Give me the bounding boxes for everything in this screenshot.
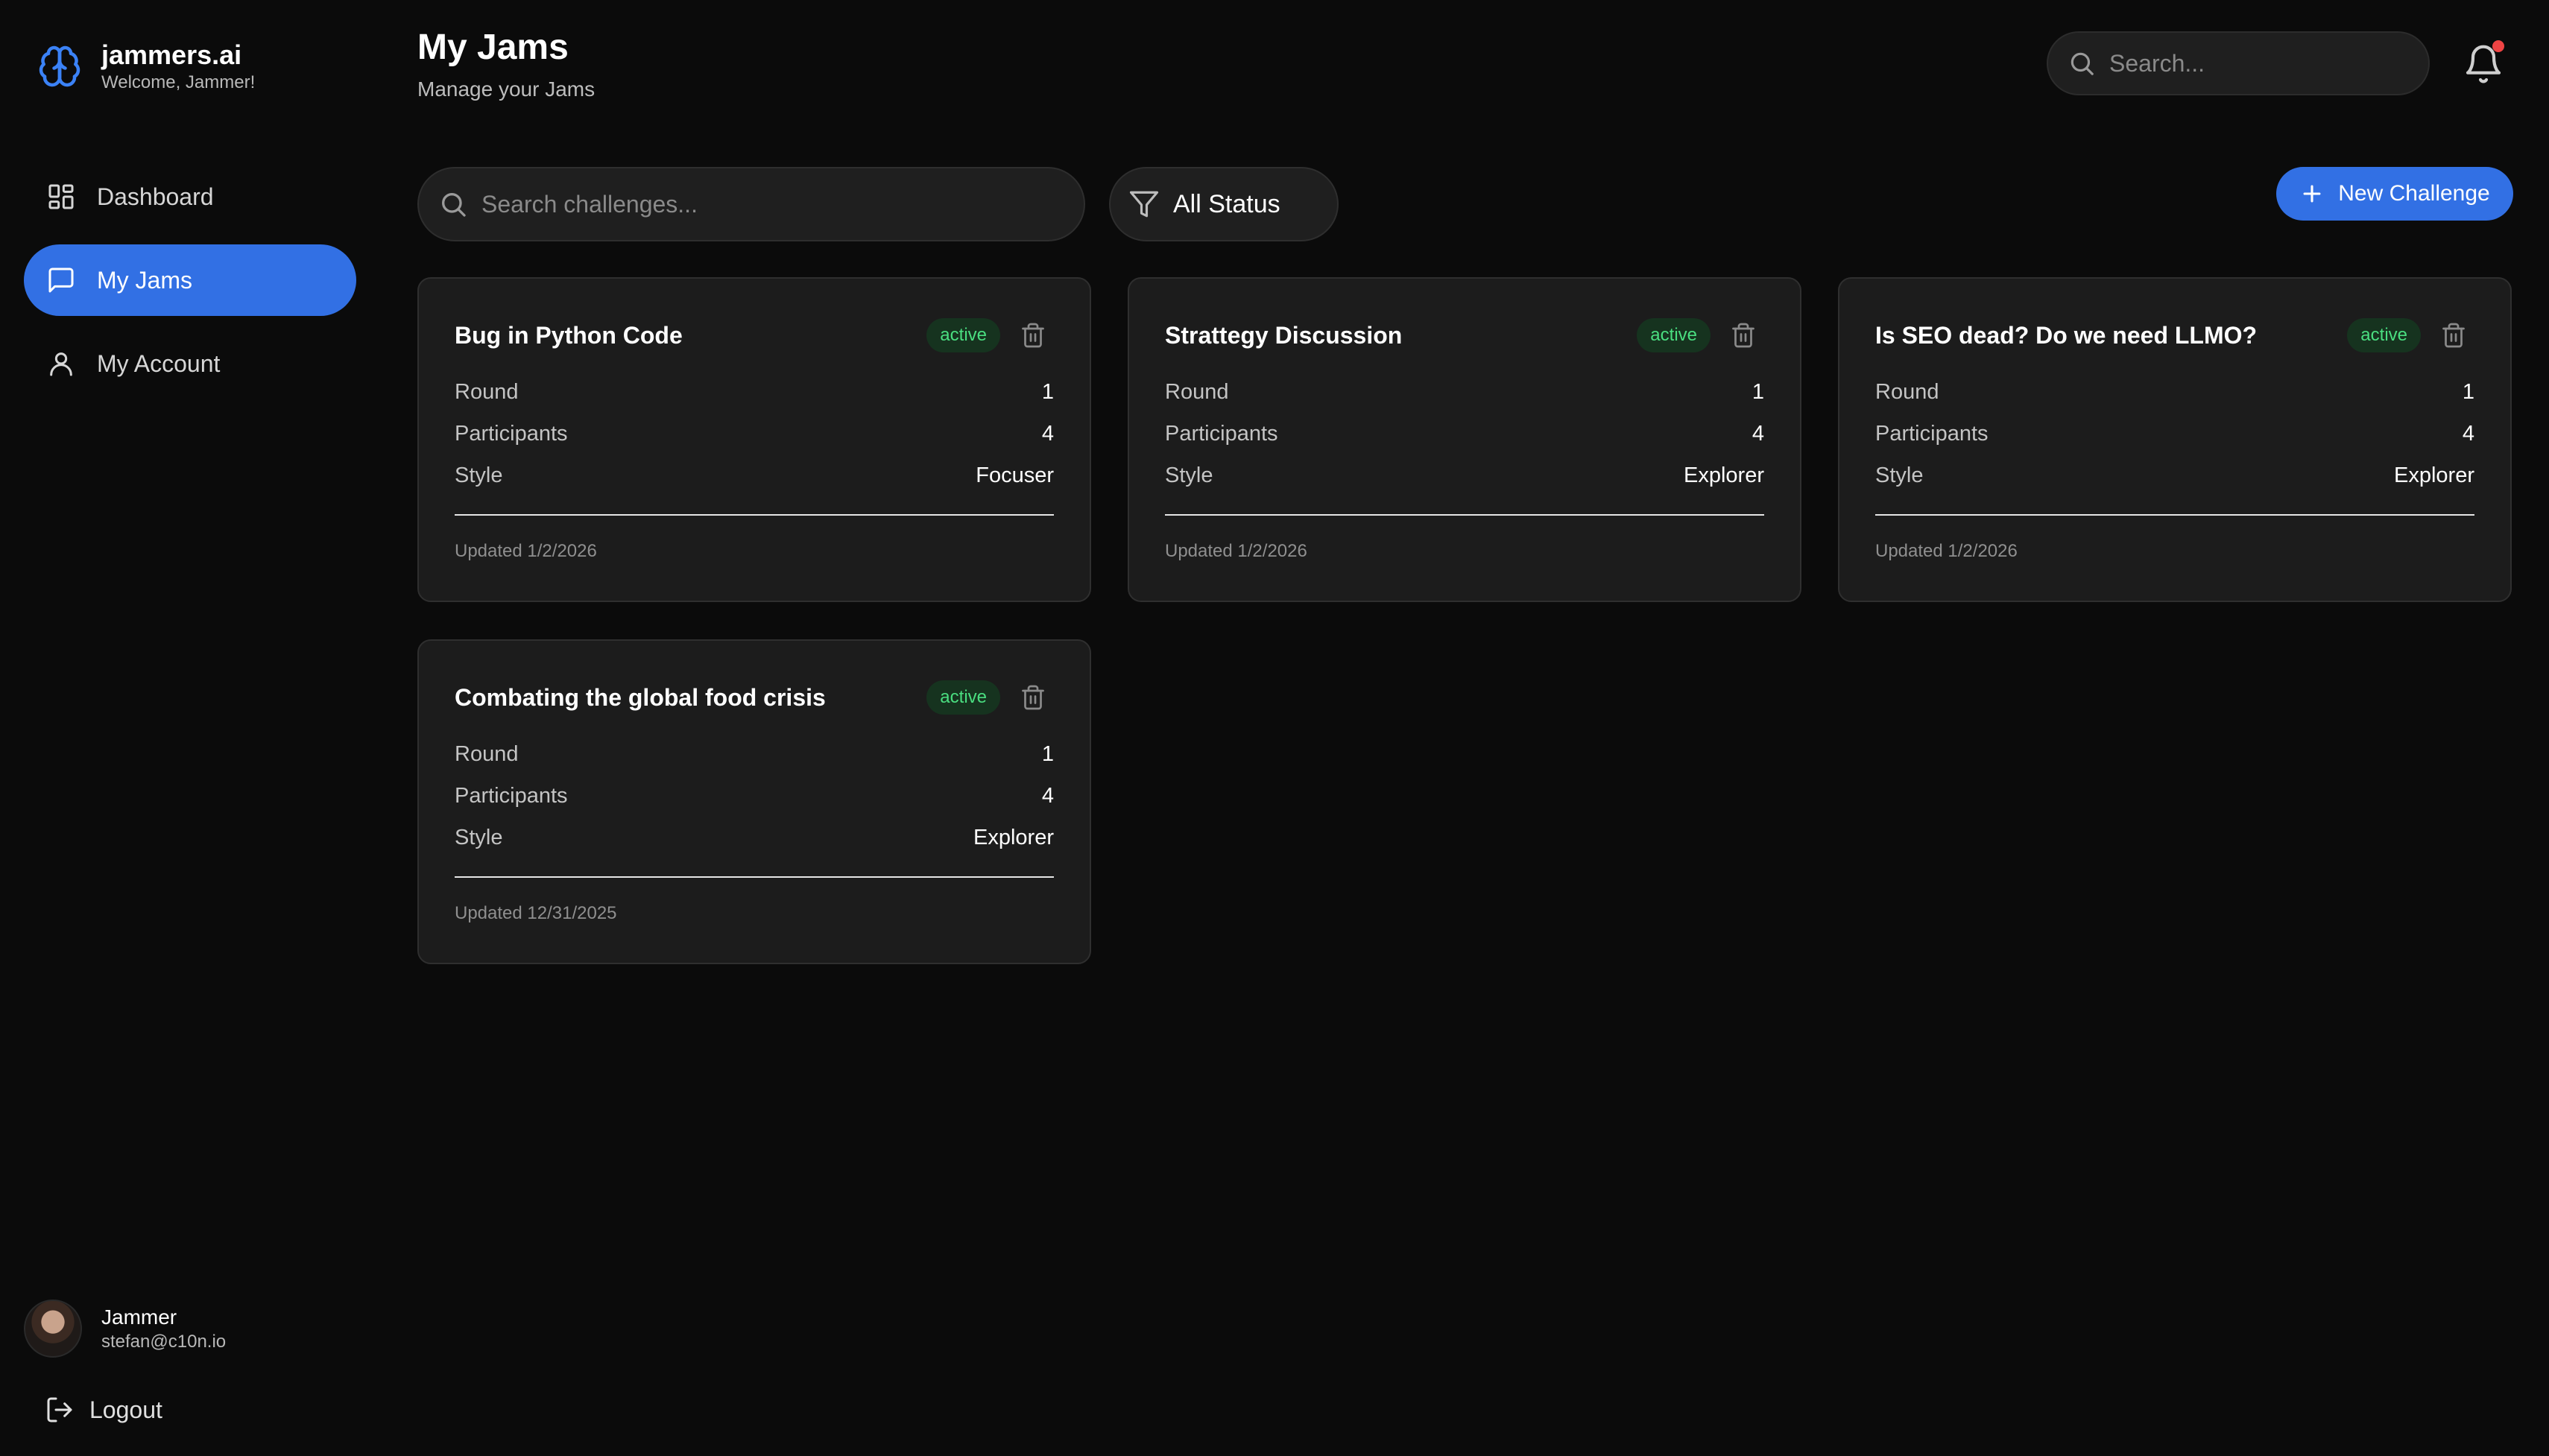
chat-icon (48, 268, 74, 293)
new-challenge-button[interactable]: New Challenge (2276, 167, 2513, 221)
sidebar-item-label: Dashboard (97, 183, 214, 210)
card-title: Combating the global food crisis (455, 683, 826, 711)
card-row-participants: Participants 4 (1165, 421, 1764, 446)
sidebar-item-label: My Account (97, 349, 221, 377)
challenge-card[interactable]: Is SEO dead? Do we need LLMO? active Rou… (1838, 277, 2512, 602)
page-subtitle: Manage your Jams (417, 77, 596, 101)
card-divider (1165, 514, 1764, 516)
card-row-style: Style Explorer (1875, 463, 2474, 487)
page-title: My Jams (417, 28, 569, 67)
challenge-search (417, 167, 1085, 241)
card-title: Bug in Python Code (455, 321, 683, 349)
card-updated: Updated 1/2/2026 (1165, 541, 1307, 561)
status-filter-label: All Status (1173, 189, 1280, 218)
card-row-participants: Participants 4 (1875, 421, 2474, 446)
sidebar-item-my-jams[interactable]: My Jams (24, 244, 356, 316)
global-search (2047, 31, 2430, 95)
sidebar: jammers.ai Welcome, Jammer! Dashboard My… (0, 0, 380, 1456)
sidebar-item-label: My Jams (97, 266, 192, 294)
user-name: Jammer (101, 1305, 177, 1329)
trash-icon[interactable] (1730, 322, 1757, 349)
brand[interactable]: jammers.ai Welcome, Jammer! (36, 39, 255, 94)
brand-name: jammers.ai (101, 39, 242, 70)
brain-icon (36, 42, 83, 90)
search-icon (442, 193, 466, 217)
card-row-round: Round 1 (455, 379, 1054, 404)
card-row-participants: Participants 4 (455, 421, 1054, 446)
plus-icon (2303, 185, 2321, 203)
card-divider (455, 514, 1054, 516)
notification-dot (2492, 40, 2504, 52)
card-row-round: Round 1 (1165, 379, 1764, 404)
card-updated: Updated 12/31/2025 (455, 903, 617, 923)
search-icon (2071, 52, 2094, 75)
card-updated: Updated 1/2/2026 (455, 541, 597, 561)
user-icon (50, 352, 72, 376)
status-badge: active (2347, 318, 2421, 352)
status-badge: active (926, 680, 1000, 715)
grid-icon (48, 184, 74, 209)
status-badge: active (1637, 318, 1711, 352)
global-search-input[interactable] (2109, 49, 2398, 77)
sidebar-nav: Dashboard My Jams My Account (24, 161, 356, 411)
card-title: Is SEO dead? Do we need LLMO? (1875, 321, 2258, 349)
challenge-card[interactable]: Bug in Python Code active Round 1 Partici… (417, 277, 1091, 602)
sidebar-item-dashboard[interactable]: Dashboard (24, 161, 356, 232)
new-challenge-label: New Challenge (2338, 181, 2490, 206)
trash-icon[interactable] (2440, 322, 2467, 349)
card-row-style: Style Focuser (455, 463, 1054, 487)
challenge-card[interactable]: Combating the global food crisis active … (417, 639, 1091, 964)
avatar (24, 1300, 82, 1358)
status-badge: active (926, 318, 1000, 352)
logout-icon (47, 1397, 72, 1422)
challenge-card[interactable]: Strattegy Discussion active Round 1 Parti… (1128, 277, 1801, 602)
trash-icon[interactable] (1020, 684, 1046, 711)
card-row-round: Round 1 (1875, 379, 2474, 404)
status-filter-dropdown[interactable]: All Status (1109, 167, 1339, 241)
card-divider (1875, 514, 2474, 516)
card-row-style: Style Explorer (455, 825, 1054, 849)
logout-button[interactable]: Logout (45, 1395, 162, 1425)
card-title: Strattegy Discussion (1165, 321, 1403, 349)
filter-icon (1129, 191, 1159, 218)
app-root: jammers.ai Welcome, Jammer! Dashboard My… (0, 0, 2549, 1456)
sidebar-item-my-account[interactable]: My Account (24, 328, 356, 399)
logout-label: Logout (89, 1396, 162, 1423)
card-row-style: Style Explorer (1165, 463, 1764, 487)
card-updated: Updated 1/2/2026 (1875, 541, 2018, 561)
user-email: stefan@c10n.io (101, 1332, 227, 1352)
trash-icon[interactable] (1020, 322, 1046, 349)
card-row-round: Round 1 (455, 741, 1054, 766)
challenge-search-input[interactable] (481, 190, 998, 218)
card-row-participants: Participants 4 (455, 783, 1054, 808)
welcome-text: Welcome, Jammer! (101, 72, 256, 92)
card-divider (455, 876, 1054, 878)
user-profile[interactable]: Jammer stefan@c10n.io (24, 1300, 226, 1358)
